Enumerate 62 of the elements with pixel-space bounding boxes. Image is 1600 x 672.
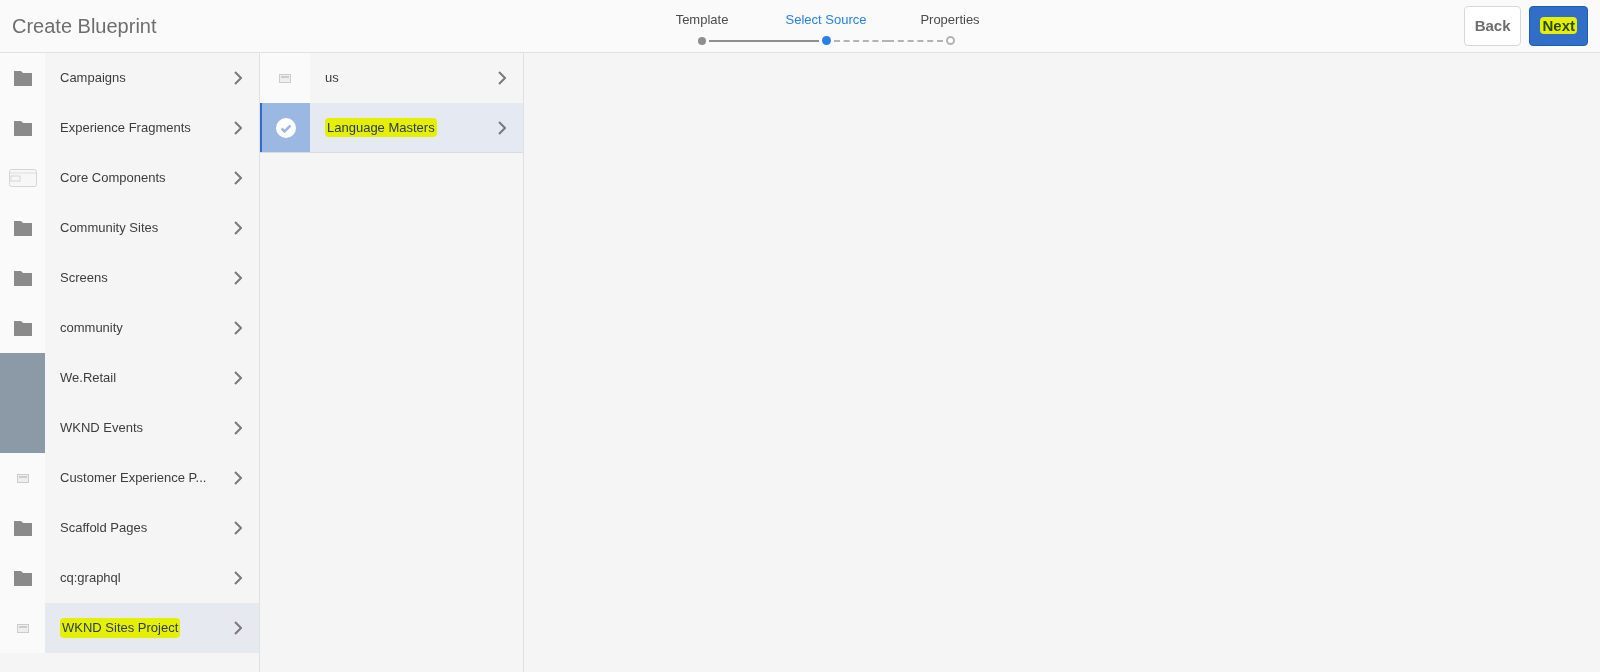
column-row[interactable]: Scaffold Pages (0, 503, 259, 553)
item-label: Language Masters (325, 117, 437, 138)
folder-icon (13, 270, 32, 286)
folder-icon (13, 220, 32, 236)
chevron-right-icon (234, 371, 242, 385)
column-row[interactable]: WKND Events (0, 403, 259, 453)
item-label: We.Retail (60, 369, 117, 388)
item-label: cq:graphql (60, 569, 121, 588)
photo-placeholder (0, 353, 45, 403)
item-label: Community Sites (60, 219, 159, 238)
column-row[interactable]: Core Components (0, 153, 259, 203)
next-button[interactable]: Next (1529, 6, 1588, 46)
column-row[interactable]: cq:graphql (0, 553, 259, 603)
page-icon (16, 473, 29, 483)
item-label: WKND Sites Project (60, 618, 181, 638)
column-row[interactable]: Campaigns (0, 53, 259, 103)
step-label: Template (675, 11, 729, 29)
chevron-right-icon (234, 521, 242, 535)
item-label: Customer Experience P... (60, 469, 207, 488)
back-button[interactable]: Back (1463, 6, 1522, 46)
item-label: us (325, 69, 339, 88)
folder-icon (13, 120, 32, 136)
column-row[interactable]: WKND Sites Project (0, 603, 259, 653)
item-label: Experience Fragments (60, 119, 191, 138)
photo-placeholder (0, 403, 45, 453)
folder-icon (13, 70, 32, 86)
chevron-right-icon (234, 221, 242, 235)
chevron-right-icon (234, 471, 242, 485)
checkmark-icon[interactable] (276, 117, 296, 138)
column-row[interactable]: We.Retail (0, 353, 259, 403)
folder-icon (13, 520, 32, 536)
chevron-right-icon (234, 421, 242, 435)
chevron-right-icon (234, 271, 242, 285)
step-label: Properties (920, 11, 980, 29)
chevron-right-icon (498, 120, 506, 135)
column-row[interactable]: Customer Experience P... (0, 453, 259, 503)
folder-icon (13, 320, 32, 336)
chevron-right-icon (498, 71, 506, 85)
page-icon (279, 73, 291, 83)
column-row[interactable]: Screens (0, 253, 259, 303)
chevron-right-icon (234, 121, 242, 135)
item-label: community (60, 319, 123, 338)
folder-icon (13, 570, 32, 586)
page-icon (16, 623, 29, 633)
column-row[interactable]: us (260, 53, 523, 103)
chevron-right-icon (234, 171, 242, 185)
column-row[interactable]: Language Masters (260, 103, 523, 153)
chevron-right-icon (234, 621, 242, 635)
component-icon (8, 169, 37, 187)
item-label: Campaigns (60, 69, 126, 88)
step-label: Select Source (785, 11, 867, 29)
item-label: WKND Events (60, 419, 144, 438)
page-title: Create Blueprint (12, 14, 157, 39)
item-label: Core Components (60, 169, 166, 188)
item-label: Screens (60, 269, 108, 288)
column-row[interactable]: Community Sites (0, 203, 259, 253)
chevron-right-icon (234, 571, 242, 585)
column-row[interactable]: community (0, 303, 259, 353)
chevron-right-icon (234, 321, 242, 335)
column-row[interactable]: Experience Fragments (0, 103, 259, 153)
chevron-right-icon (234, 71, 242, 85)
item-label: Scaffold Pages (60, 519, 148, 538)
